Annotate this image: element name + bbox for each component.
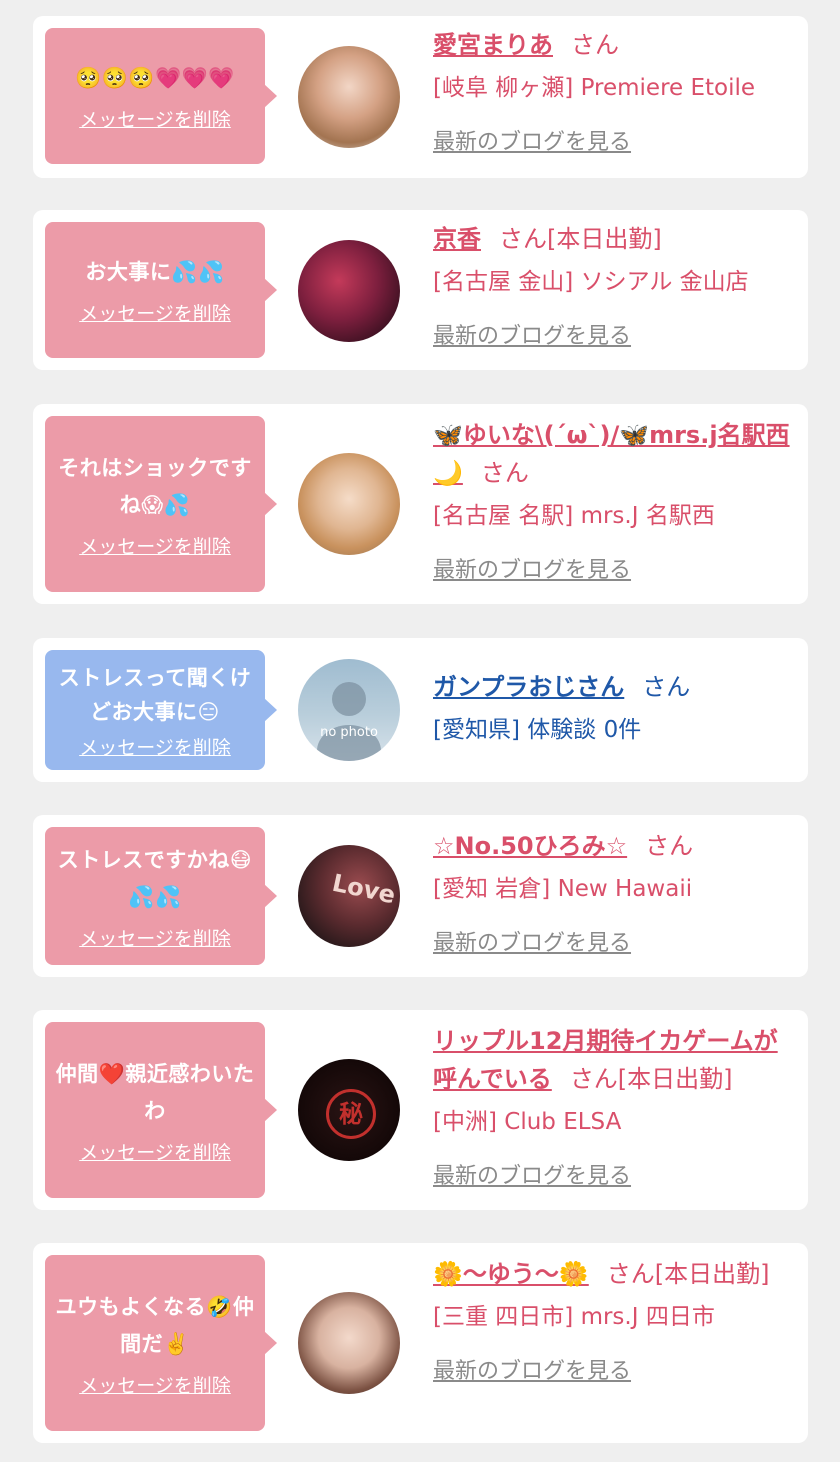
user-suffix: さん[本日出勤]: [569, 1065, 733, 1093]
name-line: リップル12月期待イカゲームが呼んでいる さん[本日出勤]: [433, 1022, 798, 1098]
shop-text: [岐阜 柳ヶ瀬] Premiere Etoile: [433, 75, 756, 101]
message-card: ユウもよくなる🤣仲間だ✌️ メッセージを削除 🌼〜ゆう〜🌼 さん[本日出勤] [三…: [33, 1243, 808, 1443]
user-suffix: さん: [571, 31, 619, 59]
message-bubble: ユウもよくなる🤣仲間だ✌️ メッセージを削除: [45, 1255, 277, 1431]
user-info: 🦋ゆいな\(´ω`)/🦋mrs.j名駅西🌙 さん [名古屋 名駅] mrs.J 名…: [433, 416, 798, 584]
message-card: ストレスって聞くけどお大事に😑 メッセージを削除 no photo ガンプラおじ…: [33, 638, 808, 782]
name-line: 京香 さん[本日出勤]: [433, 220, 798, 258]
user-name-link[interactable]: 🌼〜ゆう〜🌼: [433, 1260, 589, 1288]
name-line: 🌼〜ゆう〜🌼 さん[本日出勤]: [433, 1255, 798, 1293]
shop-text: [愛知県] 体験談 0件: [433, 717, 642, 743]
avatar[interactable]: [298, 453, 400, 555]
message-text: 🥺🥺🥺💗💗💗: [75, 66, 235, 90]
delete-message-link[interactable]: メッセージを削除: [79, 1371, 231, 1398]
user-suffix: さん[本日出勤]: [499, 225, 662, 253]
name-line: ガンプラおじさん さん: [433, 668, 798, 706]
user-info: ☆No.50ひろみ☆ さん [愛知 岩倉] New Hawaii 最新のブログを見…: [433, 827, 798, 957]
avatar[interactable]: Love: [298, 845, 400, 947]
message-card: 仲間❤️親近感わいたわ メッセージを削除 秘 リップル12月期待イカゲームが呼ん…: [33, 1010, 808, 1210]
delete-message-link[interactable]: メッセージを削除: [79, 924, 231, 951]
name-line: 🦋ゆいな\(´ω`)/🦋mrs.j名駅西🌙 さん: [433, 416, 798, 492]
message-card: それはショックですね😱💦 メッセージを削除 🦋ゆいな\(´ω`)/🦋mrs.j名…: [33, 404, 808, 604]
delete-message-link[interactable]: メッセージを削除: [79, 105, 231, 132]
message-text: お大事に💦💦: [85, 260, 225, 284]
shop-text: [名古屋 名駅] mrs.J 名駅西: [433, 503, 715, 529]
user-suffix: さん: [480, 459, 529, 487]
latest-blog-link[interactable]: 最新のブログを見る: [433, 124, 631, 156]
avatar-love-text: Love: [329, 868, 398, 910]
delete-message-link[interactable]: メッセージを削除: [79, 532, 231, 559]
shop-text: [中洲] Club ELSA: [433, 1109, 622, 1135]
message-bubble: 🥺🥺🥺💗💗💗 メッセージを削除: [45, 28, 277, 164]
user-suffix: さん: [645, 832, 694, 860]
message-text: ユウもよくなる🤣仲間だ✌️: [55, 1294, 255, 1356]
user-name-link[interactable]: 京香: [433, 225, 481, 253]
avatar[interactable]: [298, 46, 400, 148]
message-bubble: ストレスって聞くけどお大事に😑 メッセージを削除: [45, 650, 277, 770]
user-info: リップル12月期待イカゲームが呼んでいる さん[本日出勤] [中洲] Club E…: [433, 1022, 798, 1190]
delete-message-link[interactable]: メッセージを削除: [79, 299, 231, 326]
user-info: 愛宮まりあ さん [岐阜 柳ヶ瀬] Premiere Etoile 最新のブログを…: [433, 26, 798, 156]
delete-message-link[interactable]: メッセージを削除: [79, 1138, 231, 1165]
avatar[interactable]: [298, 240, 400, 342]
avatar[interactable]: 秘: [298, 1059, 400, 1161]
message-card: お大事に💦💦 メッセージを削除 京香 さん[本日出勤] [名古屋 金山] ソシアル…: [33, 210, 808, 370]
message-list: 🥺🥺🥺💗💗💗 メッセージを削除 愛宮まりあ さん [岐阜 柳ヶ瀬] Premier…: [0, 0, 840, 1462]
avatar-silhouette-icon: [317, 682, 381, 761]
message-bubble: お大事に💦💦 メッセージを削除: [45, 222, 277, 358]
user-name-link[interactable]: 愛宮まりあ: [433, 31, 553, 59]
shop-text: [愛知 岩倉] New Hawaii: [433, 876, 693, 902]
avatar[interactable]: [298, 1292, 400, 1394]
no-photo-label: no photo: [320, 725, 378, 740]
latest-blog-link[interactable]: 最新のブログを見る: [433, 1158, 631, 1190]
avatar[interactable]: no photo: [298, 659, 400, 761]
user-info: 京香 さん[本日出勤] [名古屋 金山] ソシアル 金山店 最新のブログを見る: [433, 220, 798, 350]
name-line: ☆No.50ひろみ☆ さん: [433, 827, 798, 865]
message-bubble: ストレスですかね😷💦💦 メッセージを削除: [45, 827, 277, 965]
user-info: ガンプラおじさん さん [愛知県] 体験談 0件: [433, 668, 798, 748]
shop-text: [三重 四日市] mrs.J 四日市: [433, 1304, 715, 1330]
user-info: 🌼〜ゆう〜🌼 さん[本日出勤] [三重 四日市] mrs.J 四日市 最新のブログ…: [433, 1255, 798, 1385]
message-bubble: それはショックですね😱💦 メッセージを削除: [45, 416, 277, 592]
delete-message-link[interactable]: メッセージを削除: [79, 733, 231, 760]
avatar-secret-stamp: 秘: [326, 1089, 376, 1139]
name-line: 愛宮まりあ さん: [433, 26, 798, 64]
latest-blog-link[interactable]: 最新のブログを見る: [433, 318, 631, 350]
latest-blog-link[interactable]: 最新のブログを見る: [433, 925, 631, 957]
message-bubble: 仲間❤️親近感わいたわ メッセージを削除: [45, 1022, 277, 1198]
message-text: それはショックですね😱💦: [58, 455, 252, 517]
latest-blog-link[interactable]: 最新のブログを見る: [433, 1353, 631, 1385]
user-suffix: さん[本日出勤]: [606, 1260, 770, 1288]
message-text: ストレスって聞くけどお大事に😑: [58, 665, 252, 724]
message-card: 🥺🥺🥺💗💗💗 メッセージを削除 愛宮まりあ さん [岐阜 柳ヶ瀬] Premier…: [33, 16, 808, 178]
message-text: ストレスですかね😷💦💦: [57, 847, 253, 909]
user-name-link[interactable]: ガンプラおじさん: [433, 673, 624, 701]
message-card: ストレスですかね😷💦💦 メッセージを削除 Love ☆No.50ひろみ☆ さん […: [33, 815, 808, 977]
user-suffix: さん: [642, 673, 691, 701]
user-name-link[interactable]: ☆No.50ひろみ☆: [433, 832, 627, 860]
latest-blog-link[interactable]: 最新のブログを見る: [433, 552, 631, 584]
message-text: 仲間❤️親近感わいたわ: [55, 1061, 255, 1123]
shop-text: [名古屋 金山] ソシアル 金山店: [433, 269, 749, 295]
